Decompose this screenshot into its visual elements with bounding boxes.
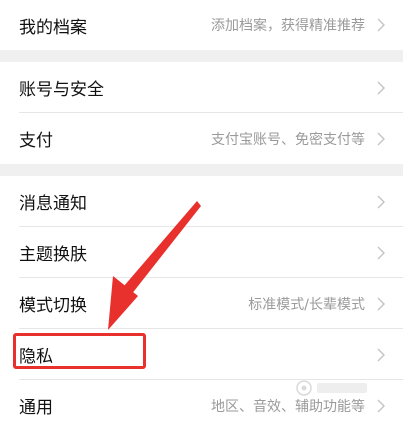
- row-label: 消息通知: [19, 194, 87, 214]
- section-gap: [0, 164, 403, 176]
- settings-page: 我的档案 添加档案，获得精准推荐 账号与安全 支付 支付宝账号、免密支付等 消息…: [0, 0, 403, 421]
- row-value: 地区、音效、辅助功能等: [211, 398, 365, 415]
- settings-row-general[interactable]: 通用 地区、音效、辅助功能等: [0, 380, 403, 421]
- chevron-right-icon: [377, 18, 385, 32]
- chevron-right-icon: [377, 81, 385, 94]
- settings-group-general: 消息通知 主题换肤 模式切换 标准模式/长辈模式 隐私 通用 地区、音效、辅助功…: [0, 176, 403, 421]
- chevron-right-icon: [377, 399, 385, 412]
- row-label: 隐私: [19, 347, 53, 367]
- settings-row-theme-skin[interactable]: 主题换肤: [0, 227, 403, 278]
- settings-row-payment[interactable]: 支付 支付宝账号、免密支付等: [0, 113, 403, 164]
- chevron-right-icon: [377, 297, 385, 310]
- section-gap: [0, 50, 403, 62]
- settings-row-account-security[interactable]: 账号与安全: [0, 62, 403, 113]
- row-label: 主题换肤: [19, 245, 87, 265]
- chevron-right-icon: [377, 246, 385, 259]
- chevron-right-icon: [377, 348, 385, 361]
- row-value: 标准模式/长辈模式: [248, 296, 365, 313]
- row-label: 模式切换: [19, 296, 87, 316]
- settings-row-notifications[interactable]: 消息通知: [0, 176, 403, 227]
- row-value: 支付宝账号、免密支付等: [211, 131, 365, 148]
- settings-group-profile: 我的档案 添加档案，获得精准推荐: [0, 0, 403, 50]
- chevron-right-icon: [377, 195, 385, 208]
- row-label: 通用: [19, 398, 53, 418]
- settings-row-mode-switch[interactable]: 模式切换 标准模式/长辈模式: [0, 278, 403, 329]
- settings-row-my-profile[interactable]: 我的档案 添加档案，获得精准推荐: [0, 0, 403, 50]
- chevron-right-icon: [377, 132, 385, 145]
- settings-group-account: 账号与安全 支付 支付宝账号、免密支付等: [0, 62, 403, 164]
- settings-row-privacy[interactable]: 隐私: [0, 329, 403, 380]
- row-label: 账号与安全: [19, 80, 104, 100]
- row-label: 支付: [19, 131, 53, 151]
- row-value: 添加档案，获得精准推荐: [211, 18, 365, 34]
- row-label: 我的档案: [19, 17, 87, 38]
